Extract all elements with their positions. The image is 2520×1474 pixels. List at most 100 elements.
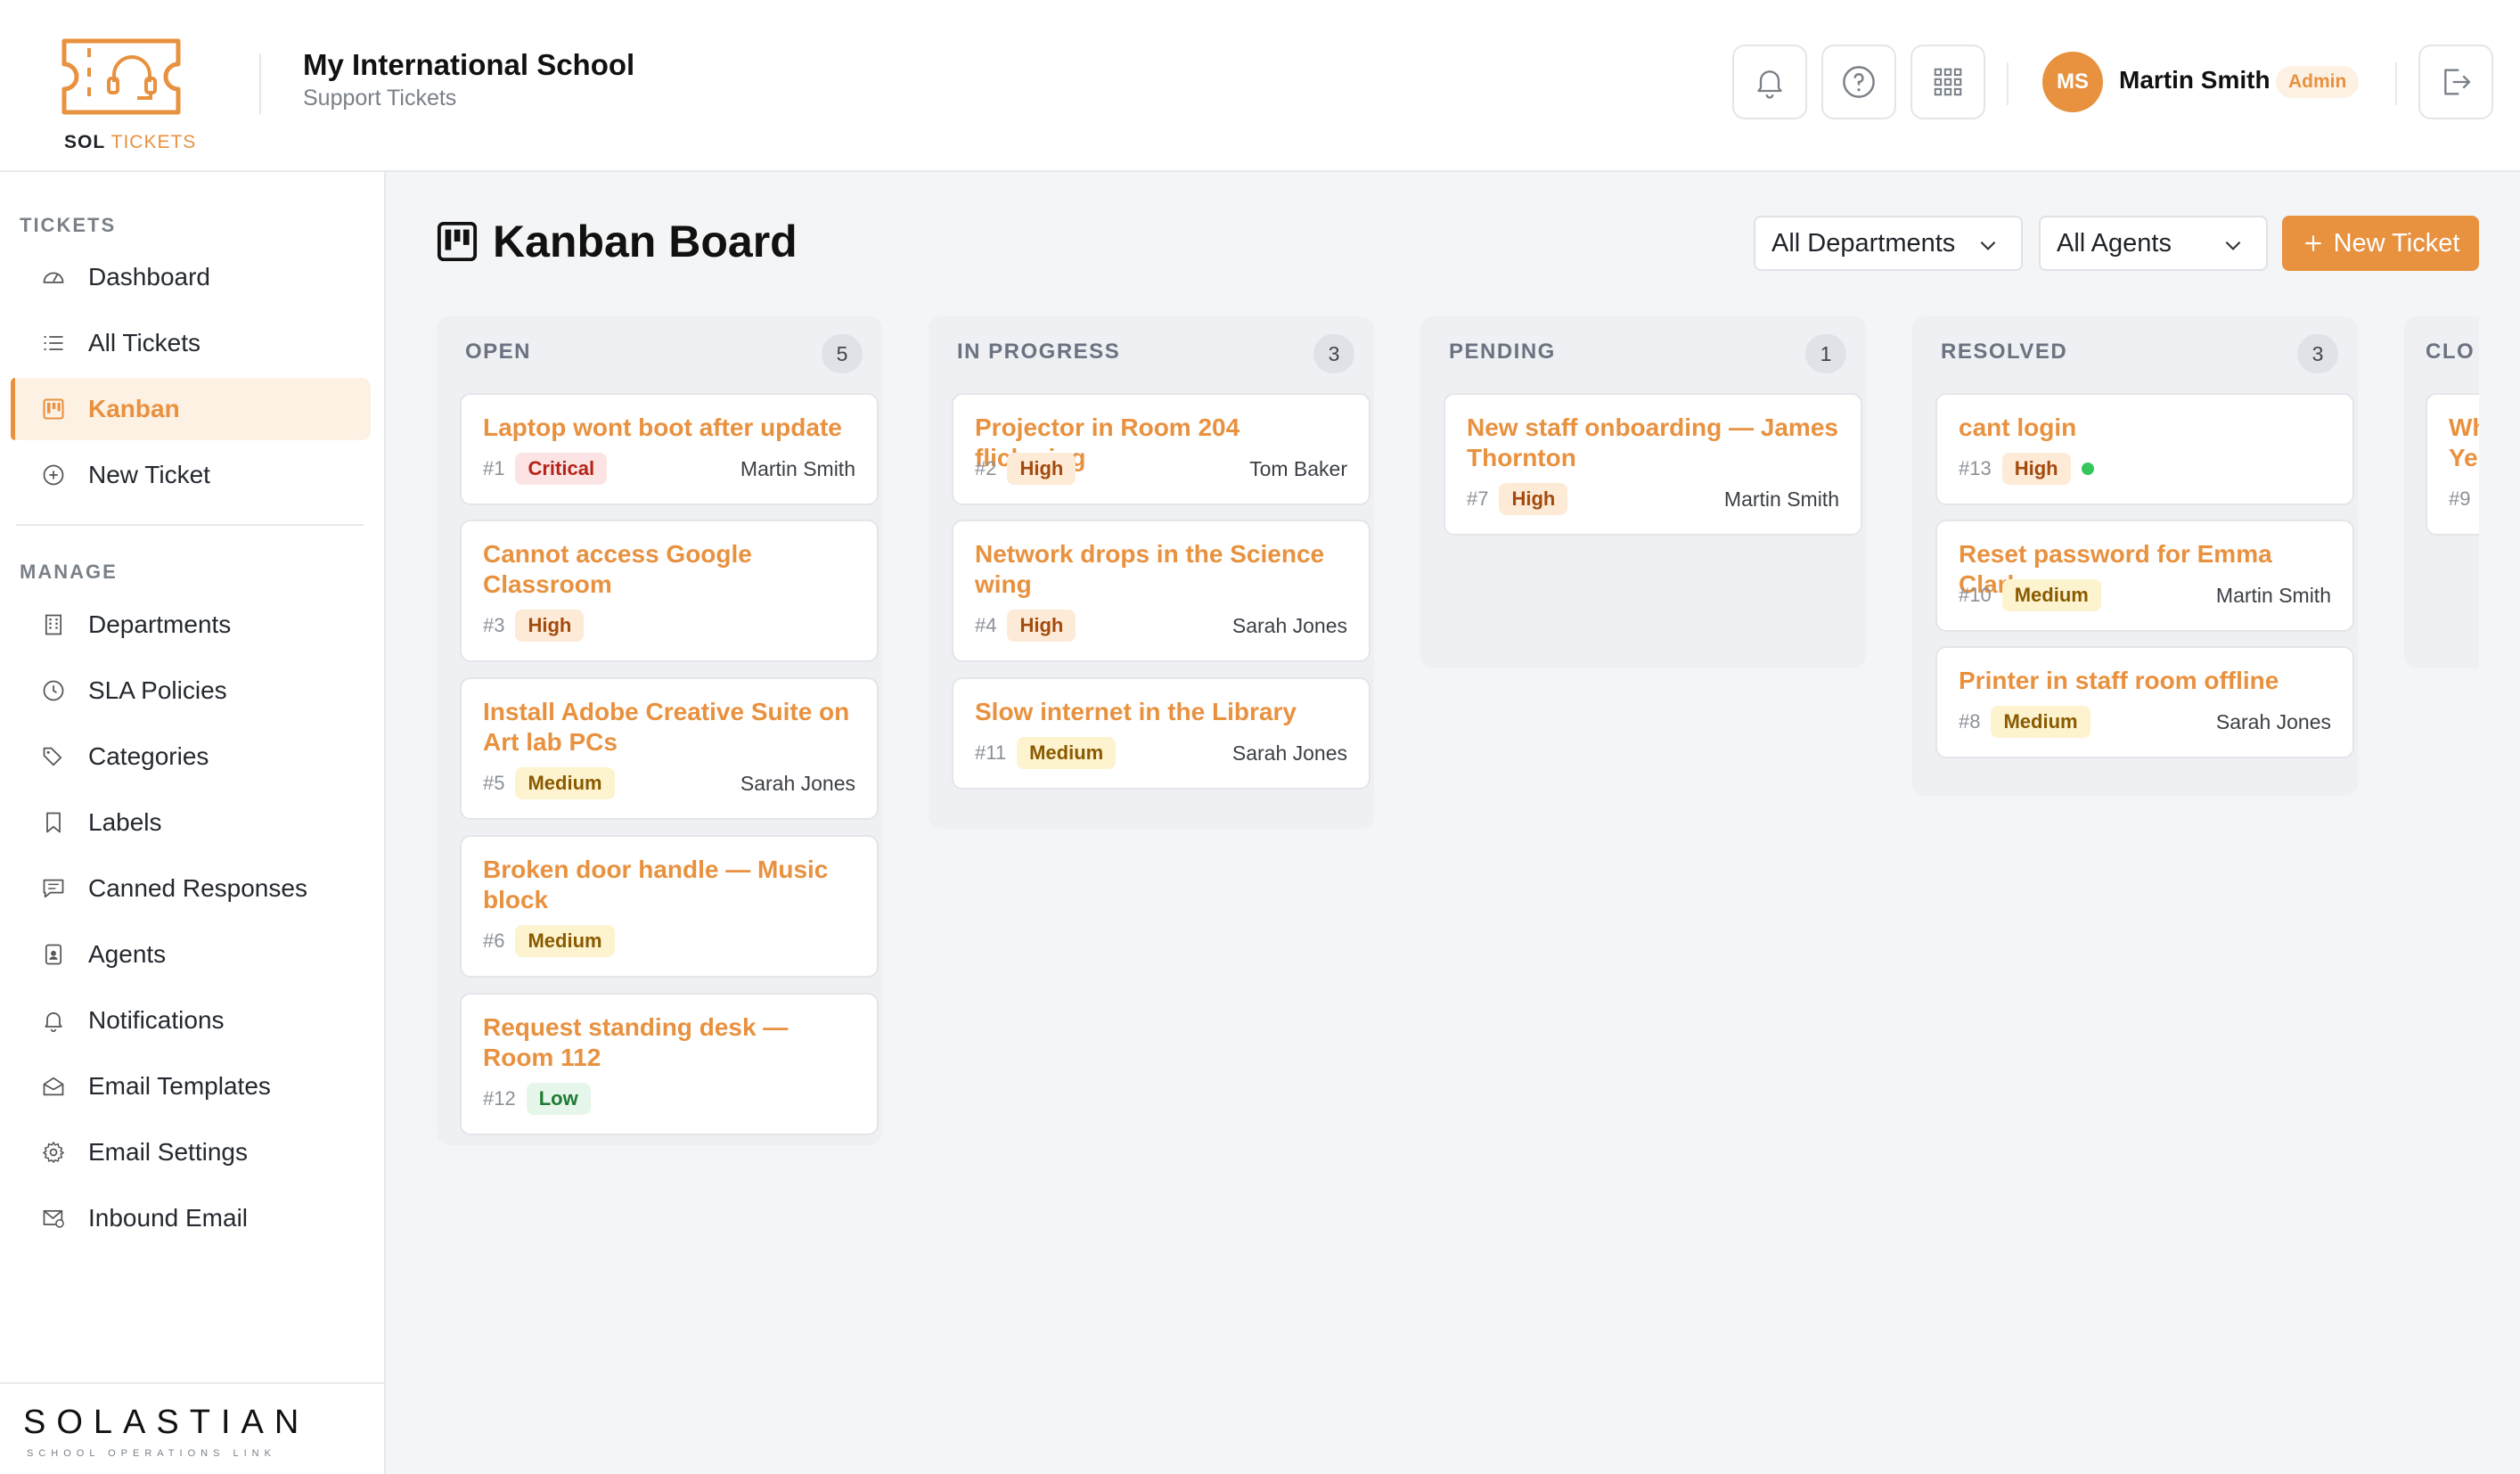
ticket-id: #6 — [483, 929, 505, 952]
building-icon — [41, 612, 66, 637]
ticket-headset-icon — [61, 38, 181, 115]
ticket-card[interactable]: cant login #13 High — [1935, 393, 2354, 505]
sidebar-item-inbound-email[interactable]: Inbound Email — [11, 1187, 371, 1249]
ticket-meta: #13 High — [1959, 452, 2094, 486]
solastian-tagline: SCHOOL OPERATIONS LINK — [27, 1448, 276, 1459]
user-name[interactable]: Martin Smith — [2119, 66, 2270, 94]
ticket-title[interactable]: Cannot access Google Classroom — [483, 539, 857, 600]
ticket-card[interactable]: Install Adobe Creative Suite on Art lab … — [460, 677, 879, 820]
priority-badge: Medium — [515, 925, 615, 957]
ticket-card[interactable]: Slow internet in the Library #11 Medium … — [952, 677, 1370, 790]
department-filter-select[interactable]: All Departments — [1754, 216, 2023, 271]
ticket-card[interactable]: Printer in staff room offline #8 Medium … — [1935, 646, 2354, 758]
avatar[interactable]: MS — [2042, 52, 2103, 112]
notifications-button[interactable] — [1732, 45, 1807, 119]
ticket-id: #12 — [483, 1087, 516, 1110]
sidebar-item-notifications[interactable]: Notifications — [11, 989, 371, 1052]
sidebar-item-new-ticket[interactable]: New Ticket — [11, 444, 371, 506]
ticket-title[interactable]: New staff onboarding — James Thornton — [1467, 413, 1841, 473]
online-status-dot — [2081, 463, 2094, 475]
sol-tickets-logo[interactable]: SOL TICKETS — [57, 36, 195, 160]
ticket-card[interactable]: Broken door handle — Music block #6 Medi… — [460, 835, 879, 978]
kanban-icon — [437, 221, 478, 262]
ticket-id: #7 — [1467, 487, 1489, 510]
ticket-id: #11 — [975, 741, 1007, 764]
sidebar-item-labels[interactable]: Labels — [11, 791, 371, 854]
kanban-column-open: OPEN 5 Laptop wont boot after update #1 … — [437, 316, 882, 1145]
sidebar-item-email-templates[interactable]: Email Templates — [11, 1055, 371, 1118]
apps-button[interactable] — [1910, 45, 1985, 119]
sidebar-item-label: Departments — [88, 610, 232, 638]
sidebar-divider — [16, 524, 364, 526]
ticket-title[interactable]: Request standing desk — Room 112 — [483, 1012, 857, 1073]
app-header: SOL TICKETS My International School Supp… — [0, 0, 2520, 172]
sidebar-item-categories[interactable]: Categories — [11, 725, 371, 788]
sidebar-item-departments[interactable]: Departments — [11, 594, 371, 656]
ticket-card[interactable]: Wh Ye #9 — [2426, 393, 2479, 536]
ticket-assignee: Martin Smith — [1723, 487, 1839, 511]
kanban-board: OPEN 5 Laptop wont boot after update #1 … — [437, 316, 2479, 1439]
sidebar-item-kanban[interactable]: Kanban — [11, 378, 371, 440]
priority-badge: High — [515, 610, 585, 642]
sidebar-item-label: Inbound Email — [88, 1204, 249, 1232]
new-ticket-button[interactable]: New Ticket — [2282, 216, 2479, 271]
sidebar-item-label: New Ticket — [88, 461, 210, 488]
ticket-title[interactable]: Install Adobe Creative Suite on Art lab … — [483, 697, 857, 757]
ticket-title[interactable]: Laptop wont boot after update — [483, 413, 857, 443]
ticket-card[interactable]: New staff onboarding — James Thornton #7… — [1444, 393, 1862, 536]
ticket-card[interactable]: Cannot access Google Classroom #3 High — [460, 520, 879, 662]
ticket-title[interactable]: Network drops in the Science wing — [975, 539, 1349, 600]
column-title: CLO — [2426, 340, 2475, 364]
logo-wordmark: SOL TICKETS — [64, 132, 196, 153]
sidebar-item-all-tickets[interactable]: All Tickets — [11, 312, 371, 374]
priority-badge: Medium — [1017, 737, 1117, 769]
chevron-down-icon — [2225, 241, 2241, 250]
ticket-title[interactable]: Wh Ye — [2449, 413, 2479, 473]
sidebar-item-email-settings[interactable]: Email Settings — [11, 1121, 371, 1183]
ticket-meta: #2 High — [975, 452, 1076, 486]
kanban-column-pending: PENDING 1 New staff onboarding — James T… — [1420, 316, 1866, 668]
help-button[interactable] — [1821, 45, 1896, 119]
ticket-card[interactable]: Request standing desk — Room 112 #12 Low — [460, 993, 879, 1135]
sidebar-item-label: Dashboard — [88, 263, 210, 291]
gear-icon — [41, 1140, 66, 1165]
school-name: My International School — [303, 48, 635, 81]
sidebar-item-label: Labels — [88, 808, 162, 836]
gauge-icon — [41, 265, 66, 290]
agent-filter-select[interactable]: All Agents — [2039, 216, 2268, 271]
ticket-assignee: Martin Smith — [740, 457, 855, 480]
ticket-meta: #8 Medium — [1959, 705, 2090, 739]
priority-badge: Critical — [515, 453, 608, 485]
ticket-card[interactable]: Reset password for Emma Clarke #10 Mediu… — [1935, 520, 2354, 632]
ticket-id: #9 — [2449, 487, 2471, 510]
ticket-title[interactable]: Broken door handle — Music block — [483, 855, 857, 915]
kanban-column-closed: CLO Wh Ye #9 — [2404, 316, 2479, 668]
ticket-title[interactable]: Slow internet in the Library — [975, 697, 1349, 727]
sidebar-item-sla-policies[interactable]: SLA Policies — [11, 659, 371, 722]
chevron-down-icon — [1980, 241, 1996, 250]
ticket-id: #1 — [483, 457, 505, 479]
column-count-badge: 3 — [1313, 334, 1354, 373]
ticket-title[interactable]: Printer in staff room offline — [1959, 666, 2333, 696]
page-title: Kanban Board — [493, 217, 798, 266]
ticket-card[interactable]: Network drops in the Science wing #4 Hig… — [952, 520, 1370, 662]
column-header: CLO — [2404, 316, 2479, 391]
chat-icon — [41, 876, 66, 901]
new-ticket-label: New Ticket — [2333, 228, 2460, 258]
ticket-title[interactable]: cant login — [1959, 413, 2333, 443]
ticket-card[interactable]: Laptop wont boot after update #1 Critica… — [460, 393, 879, 505]
ticket-meta: #3 High — [483, 609, 585, 643]
kanban-column-resolved: RESOLVED 3 cant login #13 High Reset pas… — [1912, 316, 2358, 796]
kanban-icon — [41, 397, 66, 422]
ticket-assignee: Tom Baker — [1249, 457, 1347, 480]
ticket-assignee: Sarah Jones — [2215, 710, 2331, 733]
list-icon — [41, 331, 66, 356]
sidebar-item-label: All Tickets — [88, 329, 201, 356]
ticket-card[interactable]: Projector in Room 204 flickering #2 High… — [952, 393, 1370, 505]
logout-button[interactable] — [2418, 45, 2493, 119]
sidebar-item-canned-responses[interactable]: Canned Responses — [11, 857, 371, 920]
sidebar-item-agents[interactable]: Agents — [11, 923, 371, 986]
sidebar-item-dashboard[interactable]: Dashboard — [11, 246, 371, 308]
logo-text-accent: TICKETS — [110, 132, 197, 152]
tags-icon — [41, 744, 66, 769]
